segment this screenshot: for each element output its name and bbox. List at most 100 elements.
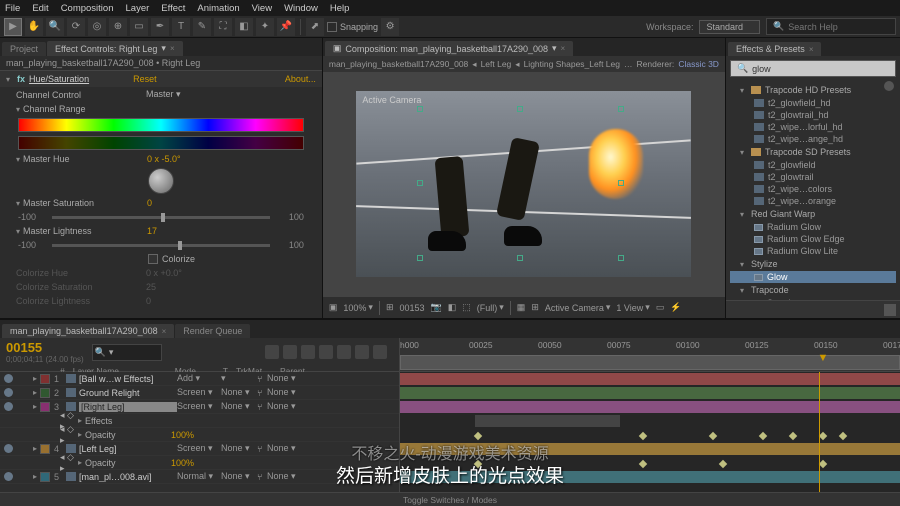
camera-dropdown[interactable]: Active Camera ▾ <box>545 302 611 313</box>
menu-file[interactable]: File <box>5 3 20 14</box>
toggle-switches-button[interactable]: Toggle Switches / Modes <box>0 492 900 506</box>
sat-slider[interactable] <box>52 216 270 219</box>
preset-folder[interactable]: ▾ Trapcode SD Presets <box>730 145 896 159</box>
keyframe-icon[interactable] <box>839 432 847 440</box>
roto-tool-icon[interactable]: ✦ <box>256 18 274 36</box>
dropdown-icon[interactable]: ▾ <box>552 43 557 54</box>
mask-toggle-icon[interactable]: ▣ <box>329 302 338 313</box>
graph-icon[interactable] <box>355 345 369 359</box>
master-sat-value[interactable]: 0 <box>147 198 152 208</box>
master-light-value[interactable]: 17 <box>147 226 157 236</box>
layer-property-row[interactable]: ◂ ◇ ▸ ▸ Opacity100% <box>0 456 399 470</box>
pixel-aspect-icon[interactable]: ▭ <box>656 302 665 313</box>
preset-folder[interactable]: ▾ Trapcode <box>730 283 896 297</box>
workspace-dropdown[interactable]: Standard <box>699 20 760 34</box>
preset-item[interactable]: t2_glowfield_hd <box>730 97 896 109</box>
layer-row[interactable]: ▸2Ground RelightScreen ▾None ▾⑂None ▾ <box>0 386 399 400</box>
frameblend-icon[interactable] <box>319 345 333 359</box>
time-ruler[interactable]: h00000025000500007500100001250015000175 … <box>400 338 900 371</box>
pen-tool-icon[interactable]: ✒ <box>151 18 169 36</box>
snap-opts-icon[interactable]: ⚙ <box>381 18 399 36</box>
channel-icon[interactable]: ◧ <box>448 302 457 313</box>
preset-search-input[interactable]: 🔍glow <box>730 60 896 77</box>
preset-item[interactable]: t2_wipe…ange_hd <box>730 133 896 145</box>
preset-folder[interactable]: ▾ Trapcode HD Presets <box>730 83 896 97</box>
close-icon[interactable]: × <box>162 327 167 336</box>
effect-bar[interactable] <box>475 415 620 427</box>
resolution-dropdown[interactable]: (Full) ▾ <box>477 302 504 313</box>
zoom-dropdown[interactable]: 100% ▾ <box>343 302 373 313</box>
hue-dial[interactable] <box>148 168 174 194</box>
layer-bar[interactable] <box>400 373 900 385</box>
tab-effects-presets[interactable]: Effects & Presets × <box>728 42 822 56</box>
menu-layer[interactable]: Layer <box>126 3 150 14</box>
selection-tool-icon[interactable]: ▶ <box>4 18 22 36</box>
color-swatch[interactable] <box>40 388 50 398</box>
playhead-line[interactable] <box>819 372 820 492</box>
preset-item[interactable]: t2_wipe…orange <box>730 195 896 207</box>
playhead-icon[interactable]: ▼ <box>818 352 829 364</box>
color-swatch[interactable] <box>40 374 50 384</box>
keyframe-icon[interactable] <box>819 432 827 440</box>
preset-folder[interactable]: ▾ Stylize <box>730 257 896 271</box>
fast-preview-icon[interactable]: ⚡ <box>670 302 681 313</box>
keyframe-icon[interactable] <box>474 460 482 468</box>
keyframe-icon[interactable] <box>759 432 767 440</box>
keyframe-icon[interactable] <box>639 460 647 468</box>
menu-edit[interactable]: Edit <box>32 3 48 14</box>
clear-search-icon[interactable] <box>884 81 894 91</box>
preset-item[interactable]: Radium Glow Edge <box>730 233 896 245</box>
light-slider[interactable] <box>52 244 270 247</box>
track-area[interactable] <box>400 372 900 492</box>
rect-tool-icon[interactable]: ▭ <box>130 18 148 36</box>
preset-item[interactable]: Radium Glow Lite <box>730 245 896 257</box>
visibility-icon[interactable] <box>4 444 13 453</box>
effect-header[interactable]: ▾ fx Hue/Saturation Reset About... <box>0 71 322 87</box>
local-axis-icon[interactable]: ⬈ <box>306 18 324 36</box>
draft3d-icon[interactable] <box>283 345 297 359</box>
new-bin-icon[interactable] <box>884 304 896 316</box>
eraser-tool-icon[interactable]: ◧ <box>235 18 253 36</box>
menu-animation[interactable]: Animation <box>197 3 239 14</box>
tab-project[interactable]: Project <box>2 42 46 56</box>
snapping-checkbox[interactable] <box>327 22 337 32</box>
keyframe-icon[interactable] <box>639 432 647 440</box>
views-dropdown[interactable]: 1 View ▾ <box>616 302 649 313</box>
menu-window[interactable]: Window <box>284 3 318 14</box>
hue-gradient[interactable] <box>18 118 304 132</box>
colorize-checkbox[interactable] <box>148 254 158 264</box>
rgb-icon[interactable]: ⬚ <box>462 302 471 313</box>
layer-property-row[interactable]: ◂ ◇ ▸ ▸ Opacity100% <box>0 428 399 442</box>
camera-tool-icon[interactable]: ◎ <box>88 18 106 36</box>
tab-timeline-comp[interactable]: man_playing_basketball17A290_008 × <box>2 324 174 338</box>
master-hue-value[interactable]: 0 x -5.0° <box>147 154 181 164</box>
anchor-tool-icon[interactable]: ⊕ <box>109 18 127 36</box>
about-link[interactable]: About... <box>285 74 316 84</box>
channel-control-dropdown[interactable]: Master ▾ <box>146 89 181 100</box>
preview-time-icon[interactable]: ⊞ <box>386 302 394 313</box>
tab-render-queue[interactable]: Render Queue <box>175 324 250 338</box>
menu-view[interactable]: View <box>252 3 272 14</box>
region-icon[interactable]: ▦ <box>517 302 526 313</box>
renderer-dropdown[interactable]: Classic 3D <box>678 59 719 69</box>
layer-bar[interactable] <box>400 401 900 413</box>
layer-row[interactable]: ▸1[Ball w…w Effects]Add ▾ ▾⑂None ▾ <box>0 372 399 386</box>
keyframe-icon[interactable] <box>709 432 717 440</box>
reset-link[interactable]: Reset <box>133 74 157 84</box>
hand-tool-icon[interactable]: ✋ <box>25 18 43 36</box>
tab-effect-controls[interactable]: Effect Controls: Right Leg ▾× <box>47 41 183 56</box>
timeline-search-input[interactable]: 🔍▾ <box>92 344 162 361</box>
layer-bar[interactable] <box>400 471 900 483</box>
text-tool-icon[interactable]: T <box>172 18 190 36</box>
keyframe-icon[interactable] <box>819 460 827 468</box>
fx-badge-icon[interactable]: fx <box>17 74 25 84</box>
snapshot-icon[interactable]: 📷 <box>431 302 442 313</box>
close-icon[interactable]: × <box>809 45 814 54</box>
viewer[interactable]: Active Camera <box>323 72 725 296</box>
layer-bar[interactable] <box>400 387 900 399</box>
preset-item[interactable]: t2_wipe…colors <box>730 183 896 195</box>
menu-effect[interactable]: Effect <box>161 3 185 14</box>
layer-row[interactable]: ▸5[man_pl…008.avi]Normal ▾None ▾⑂None ▾ <box>0 470 399 484</box>
preset-item[interactable]: t2_glowfield <box>730 159 896 171</box>
keyframe-icon[interactable] <box>474 432 482 440</box>
